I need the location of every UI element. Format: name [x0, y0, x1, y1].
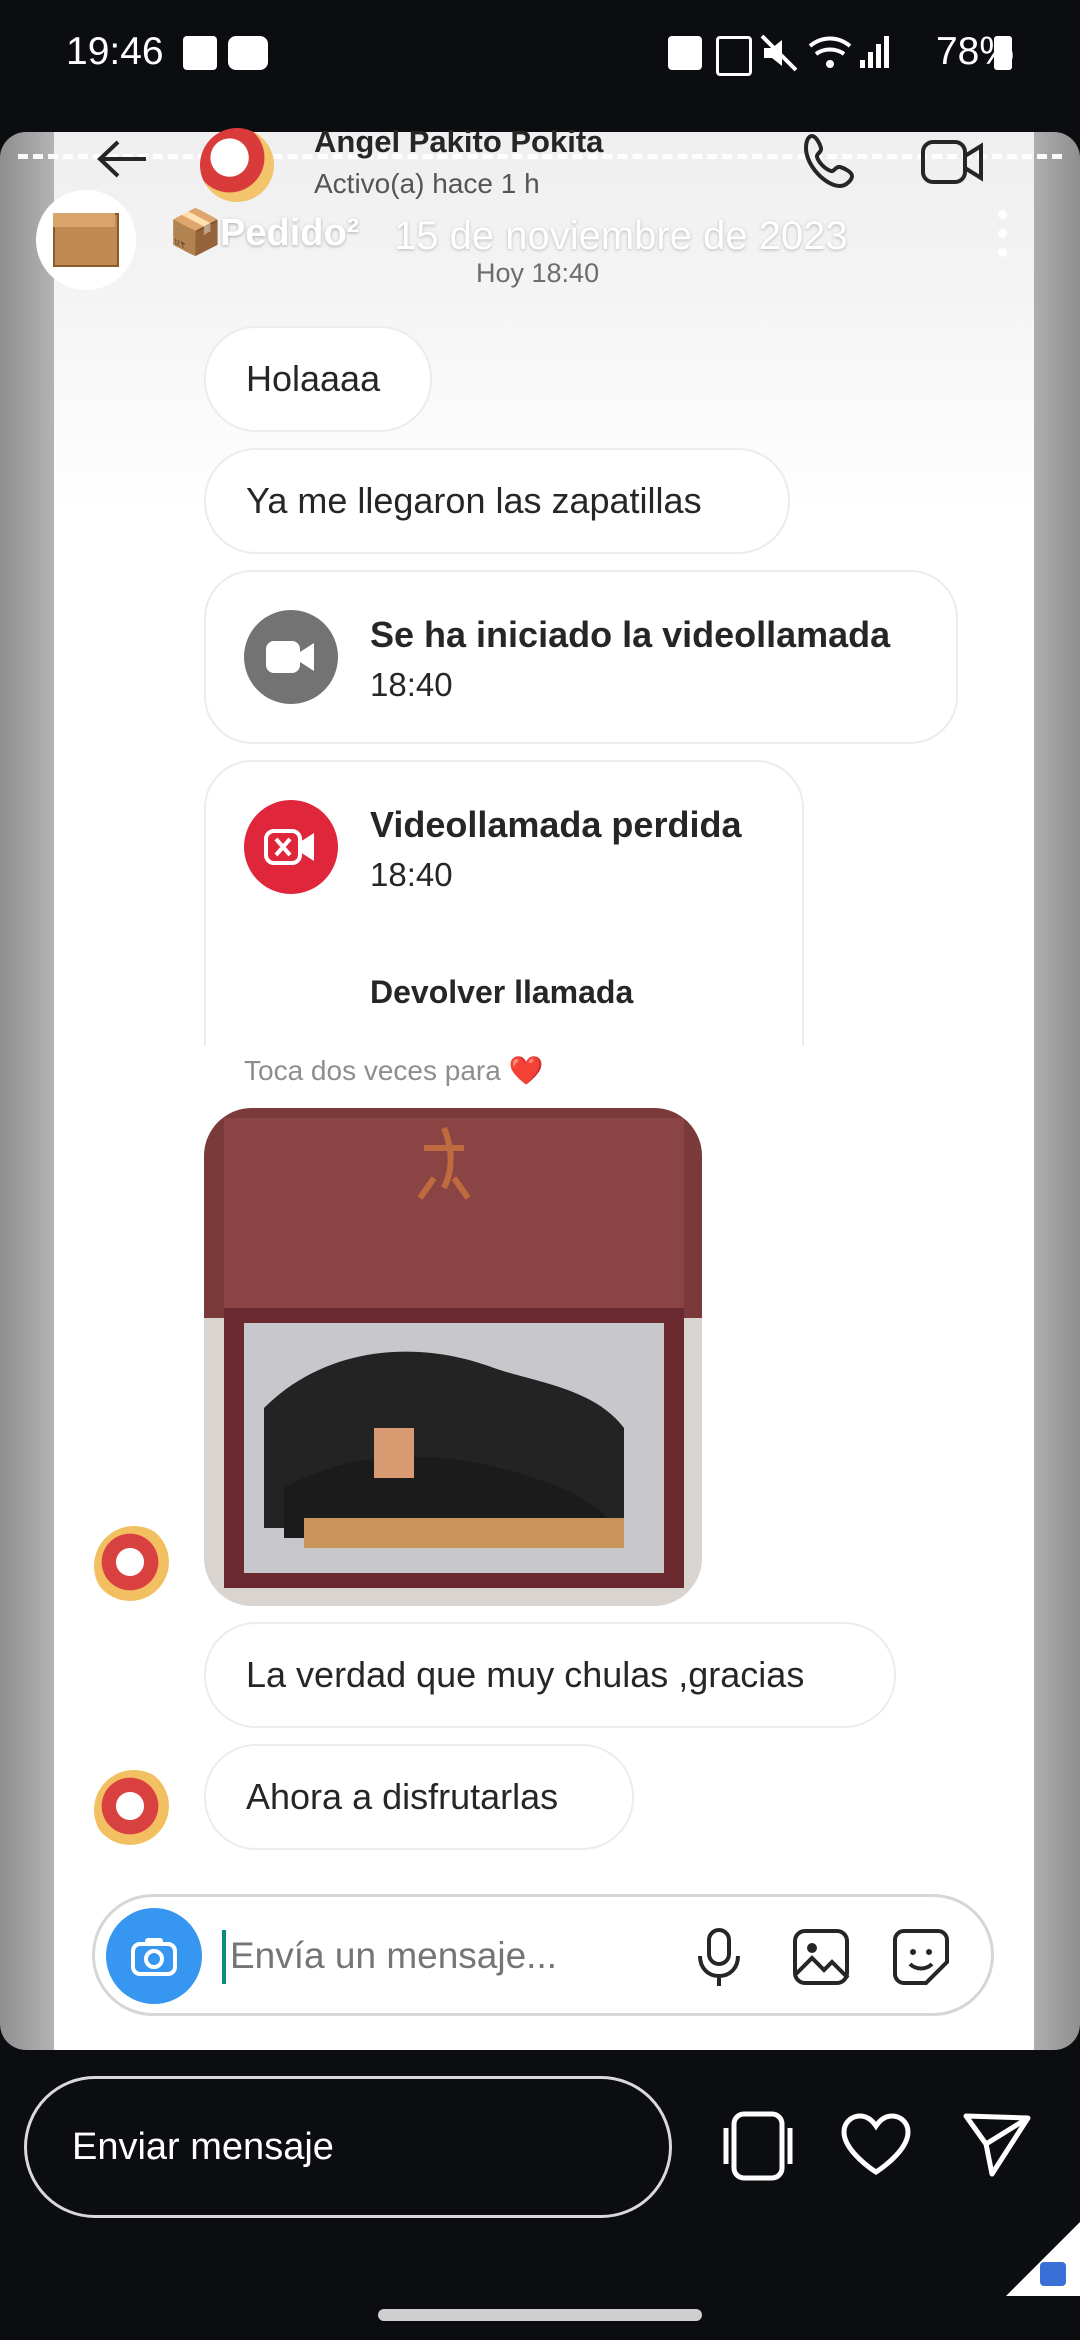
sticker-icon[interactable]: [892, 1928, 950, 1986]
story-title: Pedido²: [220, 212, 360, 254]
gallery-icon: [183, 36, 217, 70]
message-input[interactable]: [228, 1934, 662, 1978]
phone-call-icon[interactable]: [800, 130, 862, 192]
package-emoji: 📦: [168, 208, 223, 257]
contact-status: Activo(a) hace 1 h: [314, 168, 540, 199]
double-tap-hint: Toca dos veces para ❤️: [244, 1055, 544, 1086]
shoe-photo[interactable]: [204, 1108, 702, 1606]
reply-placeholder: Enviar mensaje: [72, 2126, 334, 2168]
missed-video-icon: [244, 800, 338, 894]
sender-avatar: [94, 1770, 174, 1850]
back-arrow-icon[interactable]: [96, 138, 148, 180]
gallery-picker-icon[interactable]: [792, 1928, 850, 1986]
mute-icon: [760, 34, 798, 72]
story-avatar[interactable]: [36, 190, 136, 290]
wifi-icon: [808, 36, 852, 68]
signal-icon: [860, 36, 889, 68]
folder-icon: [1040, 2262, 1066, 2286]
call-started-title: Se ha iniciado la videollamada: [370, 614, 891, 655]
camera-button[interactable]: [106, 1908, 202, 2004]
microphone-icon[interactable]: [694, 1928, 744, 1988]
message-text: Holaaaa: [246, 358, 381, 399]
video-camera-icon: [244, 610, 338, 704]
contact-avatar: [200, 128, 274, 202]
message-text: La verdad que muy chulas ,gracias: [246, 1654, 805, 1695]
text-caret: [222, 1930, 226, 1984]
more-options-icon[interactable]: [998, 210, 1008, 264]
heart-icon[interactable]: [840, 2112, 912, 2178]
message-text: Ya me llegaron las zapatillas: [246, 480, 702, 521]
contact-name: Angel Pakito Pokita: [314, 124, 604, 159]
message-bubble: Ahora a disfrutarlas: [204, 1744, 634, 1850]
call-back-button[interactable]: Devolver llamada: [370, 974, 633, 1011]
youtube-icon: [228, 36, 268, 70]
message-bubble: Ya me llegaron las zapatillas: [204, 448, 790, 554]
phone-rotate-icon[interactable]: [720, 2110, 796, 2182]
video-call-icon[interactable]: [920, 136, 984, 188]
home-indicator[interactable]: [378, 2309, 702, 2321]
nfc-icon: [716, 36, 752, 76]
message-bubble: La verdad que muy chulas ,gracias: [204, 1622, 896, 1728]
send-icon[interactable]: [962, 2112, 1032, 2178]
status-time: 19:46: [66, 30, 164, 73]
message-bubble: Holaaaa: [204, 326, 432, 432]
sender-avatar: [94, 1526, 174, 1606]
message-text: Ahora a disfrutarlas: [246, 1776, 559, 1817]
chat-timestamp: Hoy 18:40: [476, 258, 600, 288]
battery-icon: [994, 36, 1012, 70]
call-started-time: 18:40: [370, 666, 453, 703]
story-date: 15 de noviembre de 2023: [394, 214, 848, 258]
missed-call-time: 18:40: [370, 856, 453, 893]
upload-icon: [668, 36, 702, 70]
missed-call-title: Videollamada perdida: [370, 804, 742, 845]
